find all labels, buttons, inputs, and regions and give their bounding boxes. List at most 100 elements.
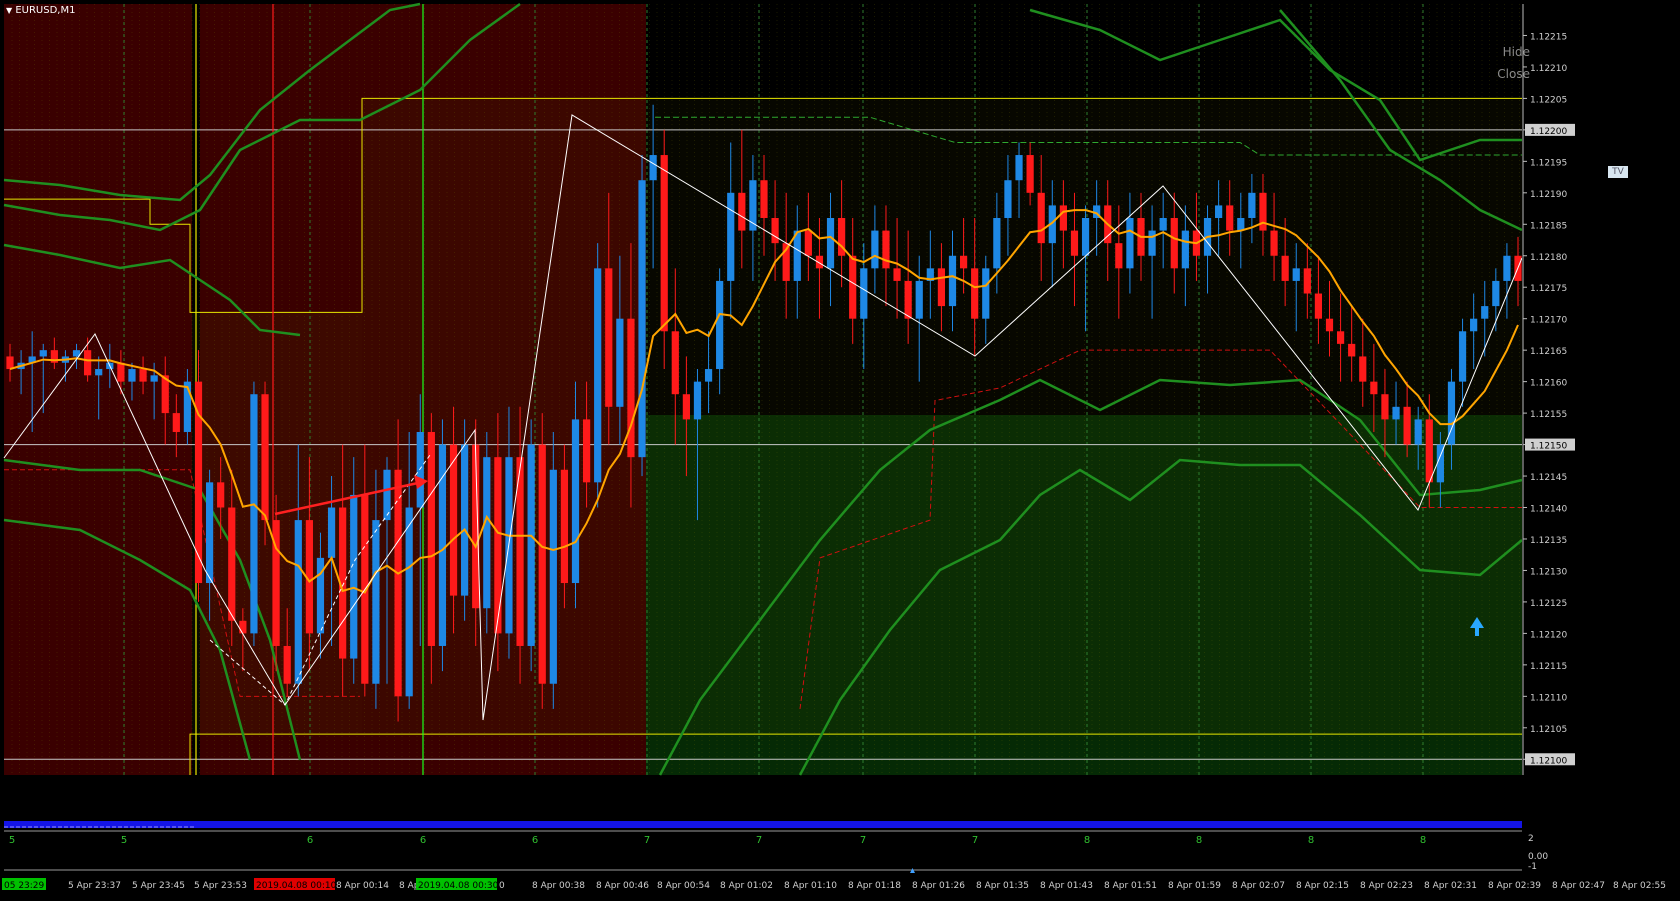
sub-day-label: 5 [121,835,127,846]
candle-body [1181,230,1189,269]
price-tick-label: 1.12195 [1530,158,1567,168]
candle-body [1281,255,1289,281]
candle-body [372,520,380,684]
price-tick-label: 1.12110 [1530,693,1567,703]
time-trailing-digit: 0 [499,881,505,891]
price-tick-label: 1.12140 [1530,505,1567,515]
time-tick-label: 8 Apr 01:43 [1040,881,1093,891]
time-tick-label: 8 Apr 02:07 [1232,881,1285,891]
sub-day-label: 8 [1420,835,1426,846]
candle-body [1015,155,1023,181]
price-chart[interactable]: 1.12215 1.12210 1.12205 1.12200 1.12195 1.121… [0,0,1680,897]
candle-body [616,318,624,407]
time-tick-label: 8 Apr 01:02 [720,881,773,891]
candle-body [738,192,746,231]
candle-body [405,507,413,697]
price-tick-label: 1.12160 [1530,379,1567,389]
sub-bar [4,821,1522,828]
candle-body [1325,318,1334,332]
candle-body [128,369,136,382]
candle-body [948,255,957,307]
price-tick-label: 1.12210 [1530,64,1567,74]
candle-body [671,331,679,395]
candle-body [327,507,336,558]
candle-body [727,192,735,281]
candle-body [1336,331,1345,344]
candle-body [1370,381,1378,395]
price-tick-label: 1.12180 [1530,253,1567,263]
price-tick-label: 1.12185 [1530,221,1567,231]
candle-body [904,280,912,319]
symbol-label[interactable]: ▼ EURUSD,M1 [6,5,75,16]
time-left-badge-text: 05 23:29 [4,881,45,891]
time-tick-label: 5 Apr 23:53 [194,881,247,891]
sub-axis-label: 0.00 [1528,852,1548,862]
candle-body [682,394,690,420]
time-tick-label: 8 Apr 00:54 [657,881,710,891]
time-tick-label: 8 Apr 01:10 [784,881,837,891]
candle-body [139,369,147,382]
candle-body [205,482,214,584]
candle-body [150,375,158,382]
candle-body [1159,217,1167,231]
candle-body [1226,205,1234,231]
candle-body [1259,192,1267,231]
candle-body [793,230,801,281]
price-tick-label: 1.12205 [1530,95,1567,105]
time-tick-label: 5 Apr 23:37 [68,881,121,891]
time-tick-label: 8 Apr 02:15 [1296,881,1349,891]
candle-body [660,155,668,332]
tv-button[interactable]: TV [1608,166,1628,178]
candle-body [283,645,291,684]
candle-body [594,268,602,483]
candle-body [239,620,247,634]
price-tick-label: 1.12100 [1530,756,1567,766]
price-tick-label: 1.12155 [1530,410,1567,420]
symbol-dropdown-icon[interactable]: ▼ [6,6,12,15]
time-cursor-badge-text: 2019.04.08 00:10 [256,881,337,891]
candle-body [882,230,890,269]
time-tick-label: 8 Apr 01:35 [976,881,1029,891]
price-tick-label: 1.12170 [1530,316,1567,326]
sub-day-label: 6 [420,835,426,846]
candle-body [804,230,812,256]
candle-body [1303,268,1311,294]
candle-body [527,444,535,646]
price-tick-label: 1.12130 [1530,567,1567,577]
candle-body [1425,419,1433,483]
candle-body [1059,205,1067,231]
candle-body [1170,217,1178,269]
candle-body [1004,180,1012,218]
sub-axis-label: 2 [1528,834,1534,844]
candle-body [217,482,225,508]
close-button[interactable]: Close [1497,67,1530,81]
candle-body [1248,192,1256,218]
time-tick-label: 8 Apr 02:55 [1613,881,1666,891]
candle-body [494,457,502,634]
candle-body [560,469,569,584]
candle-body [1381,394,1389,420]
price-tick-label: 1.12200 [1530,127,1567,137]
candle-body [427,431,435,646]
time-tick-label: 5 Apr 23:45 [132,881,185,891]
candle-body [250,394,258,634]
candle-body [915,280,923,319]
candle-body [1348,343,1356,357]
candle-body [1403,406,1411,445]
candle-body [549,469,557,684]
hide-button[interactable]: Hide [1503,45,1530,59]
candle-body [1026,155,1034,193]
time-tick-label: 8 Apr 01:26 [912,881,965,891]
sub-day-label: 7 [756,835,762,846]
candle-body [971,268,979,319]
candle-body [1126,217,1134,269]
candle-body [1470,318,1478,332]
candle-body [1314,293,1323,319]
candle-body [1070,230,1079,256]
chart-window[interactable]: 1.12215 1.12210 1.12205 1.12200 1.12195 1.121… [0,0,1680,897]
candle-body [1270,230,1278,256]
candle-body [194,381,203,584]
time-tick-label: 8 Apr 02:39 [1488,881,1541,891]
candle-body [461,444,469,596]
time-tick-label: 8 Apr 01:51 [1104,881,1157,891]
